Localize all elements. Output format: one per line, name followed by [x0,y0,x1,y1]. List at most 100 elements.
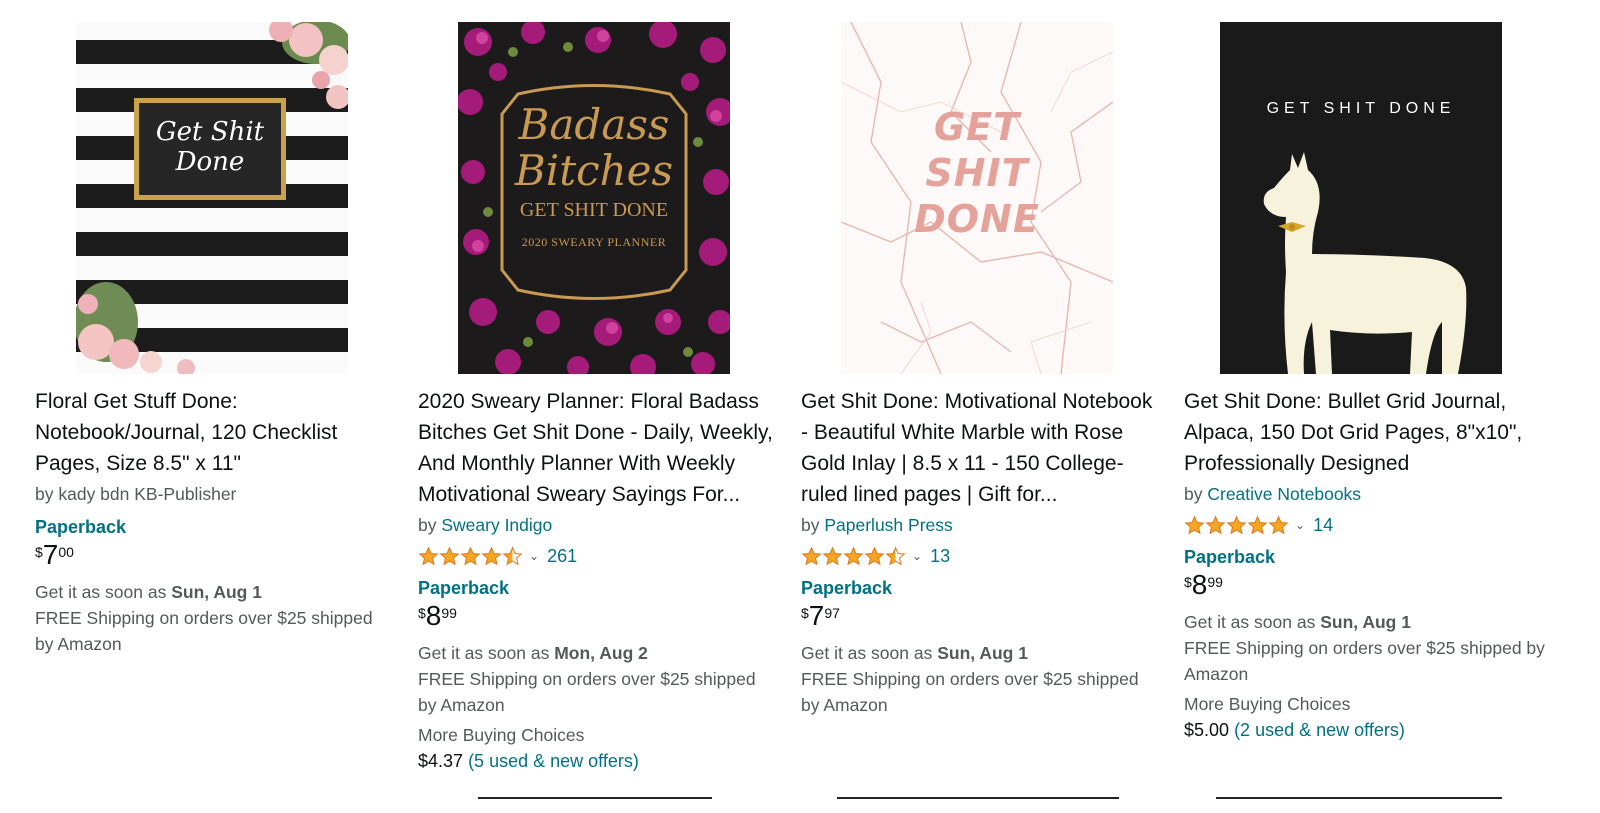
chevron-down-icon[interactable]: ⌄ [1295,518,1305,532]
more-buying-choices: More Buying Choices [418,725,585,745]
more-buying-choices: More Buying Choices [1184,694,1351,714]
star-icon [439,545,460,567]
offers-link[interactable]: (2 used & new offers) [1234,720,1405,740]
cover-caption: 2020 SWEARY PLANNER [521,235,667,249]
star-icon [1226,514,1247,536]
author-name: kady bdn KB-Publisher [58,484,237,504]
shipping-text: FREE Shipping on orders over $25 shipped… [35,608,373,654]
byline: by Sweary Indigo [418,510,778,540]
price-whole: 7 [42,539,59,570]
product-card: Badass Bitches GET SHIT DONE 2020 SWEARY… [418,0,778,813]
price-symbol: $ [418,605,426,621]
star-icon [1205,514,1226,536]
delivery-prefix: Get it as soon as [418,643,550,663]
rating-stars[interactable] [418,545,523,567]
star-icon [418,545,439,567]
divider [478,797,712,799]
star-icon [460,545,481,567]
cover-word-3: DONE [914,197,1040,241]
author-link[interactable]: Sweary Indigo [441,515,552,535]
star-icon [864,545,885,567]
star-icon [822,545,843,567]
cover-text-block: Badass Bitches GET SHIT DONE 2020 SWEARY… [498,102,690,252]
product-image[interactable]: Badass Bitches GET SHIT DONE 2020 SWEARY… [458,22,730,374]
price-whole: 8 [425,600,442,631]
product-image[interactable]: GET SHIT DONE [1220,22,1502,374]
divider [1216,797,1502,799]
divider [837,797,1119,799]
price-fraction: 99 [441,605,457,621]
product-title[interactable]: 2020 Sweary Planner: Floral Badass Bitch… [418,386,778,510]
product-info: 2020 Sweary Planner: Floral Badass Bitch… [418,386,778,774]
delivery-info: Get it as soon as Mon, Aug 2 FREE Shippi… [418,640,778,718]
delivery-info: Get it as soon as Sun, Aug 1 FREE Shippi… [1184,609,1554,687]
cover-word-2: SHIT [925,151,1029,195]
cover-word-2: Bitches [514,146,674,195]
product-info: Get Shit Done: Bullet Grid Journal, Alpa… [1184,386,1554,743]
price-whole: 8 [1191,569,1208,600]
product-info: Floral Get Stuff Done: Notebook/Journal,… [35,386,395,657]
by-prefix: by [418,515,437,535]
shipping-text: FREE Shipping on orders over $25 shipped… [1184,638,1545,684]
rating-count[interactable]: 14 [1313,515,1333,536]
product-title[interactable]: Floral Get Stuff Done: Notebook/Journal,… [35,386,395,479]
product-card: Get Shit Done Floral Get Stuff Done: Not… [35,0,395,813]
format-link[interactable]: Paperback [35,515,395,539]
star-icon [1268,514,1289,536]
format-link[interactable]: Paperback [418,576,778,600]
offer-price: $5.00 [1184,720,1230,740]
star-icon [885,545,906,567]
price[interactable]: $ 7 00 [35,541,395,577]
offers-row: $5.00 (2 used & new offers) [1184,717,1554,743]
byline: by kady bdn KB-Publisher [35,479,395,509]
price-fraction: 99 [1207,574,1223,590]
by-prefix: by [35,484,54,504]
star-icon [801,545,822,567]
product-image[interactable]: Get Shit Done [76,22,348,374]
delivery-date: Mon, Aug 2 [554,643,648,663]
by-prefix: by [801,515,820,535]
by-prefix: by [1184,484,1203,504]
search-results-grid: Get Shit Done Floral Get Stuff Done: Not… [0,0,1600,813]
shipping-text: FREE Shipping on orders over $25 shipped… [418,669,756,715]
byline: by Creative Notebooks [1184,479,1554,509]
product-title[interactable]: Get Shit Done: Bullet Grid Journal, Alpa… [1184,386,1554,479]
delivery-prefix: Get it as soon as [801,643,933,663]
price-fraction: 00 [58,544,74,560]
shipping-text: FREE Shipping on orders over $25 shipped… [801,669,1139,715]
price-symbol: $ [1184,574,1192,590]
price[interactable]: $ 8 99 [418,602,778,638]
delivery-info: Get it as soon as Sun, Aug 1 FREE Shippi… [35,579,395,657]
rating-stars[interactable] [1184,514,1289,536]
delivery-prefix: Get it as soon as [1184,612,1316,632]
product-image[interactable]: GET SHIT DONE [841,22,1113,374]
cover-title: GET SHIT DONE [1266,100,1456,117]
rating-row: ⌄ 13 [801,540,1161,572]
product-info: Get Shit Done: Motivational Notebook - B… [801,386,1161,718]
author-link[interactable]: Creative Notebooks [1207,484,1361,504]
price-symbol: $ [35,544,43,560]
product-card: GET SHIT DONE Get Shit Done: Bullet Grid… [1184,0,1545,813]
star-icon [843,545,864,567]
offer-price: $4.37 [418,751,464,771]
star-icon [502,545,523,567]
rating-stars[interactable] [801,545,906,567]
cover-title: Get Shit Done [155,117,265,177]
price[interactable]: $ 8 99 [1184,571,1554,607]
author-link[interactable]: Paperlush Press [824,515,952,535]
price[interactable]: $ 7 97 [801,602,1161,638]
delivery-date: Sun, Aug 1 [171,582,262,602]
rating-row: ⌄ 261 [418,540,778,572]
rating-count[interactable]: 261 [547,546,577,567]
cover-floral-stripes [76,22,348,374]
cover-word-1: Badass [518,100,670,149]
delivery-prefix: Get it as soon as [35,582,167,602]
format-link[interactable]: Paperback [801,576,1161,600]
format-link[interactable]: Paperback [1184,545,1554,569]
chevron-down-icon[interactable]: ⌄ [912,549,922,563]
offers-link[interactable]: (5 used & new offers) [468,751,639,771]
chevron-down-icon[interactable]: ⌄ [529,549,539,563]
product-card: GET SHIT DONE Get Shit Done: Motivationa… [801,0,1161,813]
rating-count[interactable]: 13 [930,546,950,567]
product-title[interactable]: Get Shit Done: Motivational Notebook - B… [801,386,1161,510]
